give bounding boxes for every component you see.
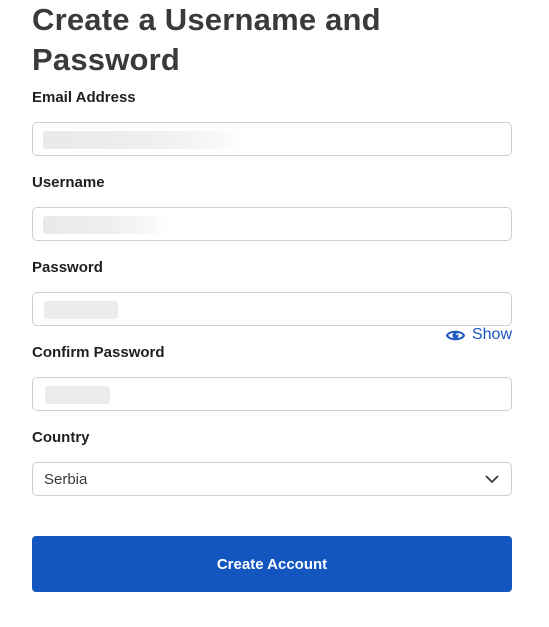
password-field[interactable] — [32, 292, 512, 326]
redacted-password-value — [44, 301, 118, 319]
chevron-down-icon — [485, 475, 499, 484]
email-label: Email Address — [32, 89, 136, 106]
confirm-password-label: Confirm Password — [32, 344, 165, 361]
show-password-label: Show — [471, 326, 512, 343]
country-select[interactable]: Serbia — [32, 462, 512, 496]
eye-icon — [445, 329, 465, 342]
password-label: Password — [32, 259, 103, 276]
username-field[interactable] — [32, 207, 512, 241]
country-label: Country — [32, 429, 90, 446]
email-field[interactable] — [32, 122, 512, 156]
redacted-email-value — [43, 131, 243, 149]
create-account-button[interactable]: Create Account — [32, 536, 512, 592]
show-password-toggle[interactable]: Show — [445, 326, 512, 344]
redacted-confirm-password-value — [45, 386, 110, 404]
confirm-password-field[interactable] — [32, 377, 512, 411]
redacted-username-value — [43, 216, 166, 234]
username-label: Username — [32, 174, 105, 191]
country-selected-value: Serbia — [44, 470, 88, 488]
page-title: Create a Username and Password — [32, 2, 381, 77]
